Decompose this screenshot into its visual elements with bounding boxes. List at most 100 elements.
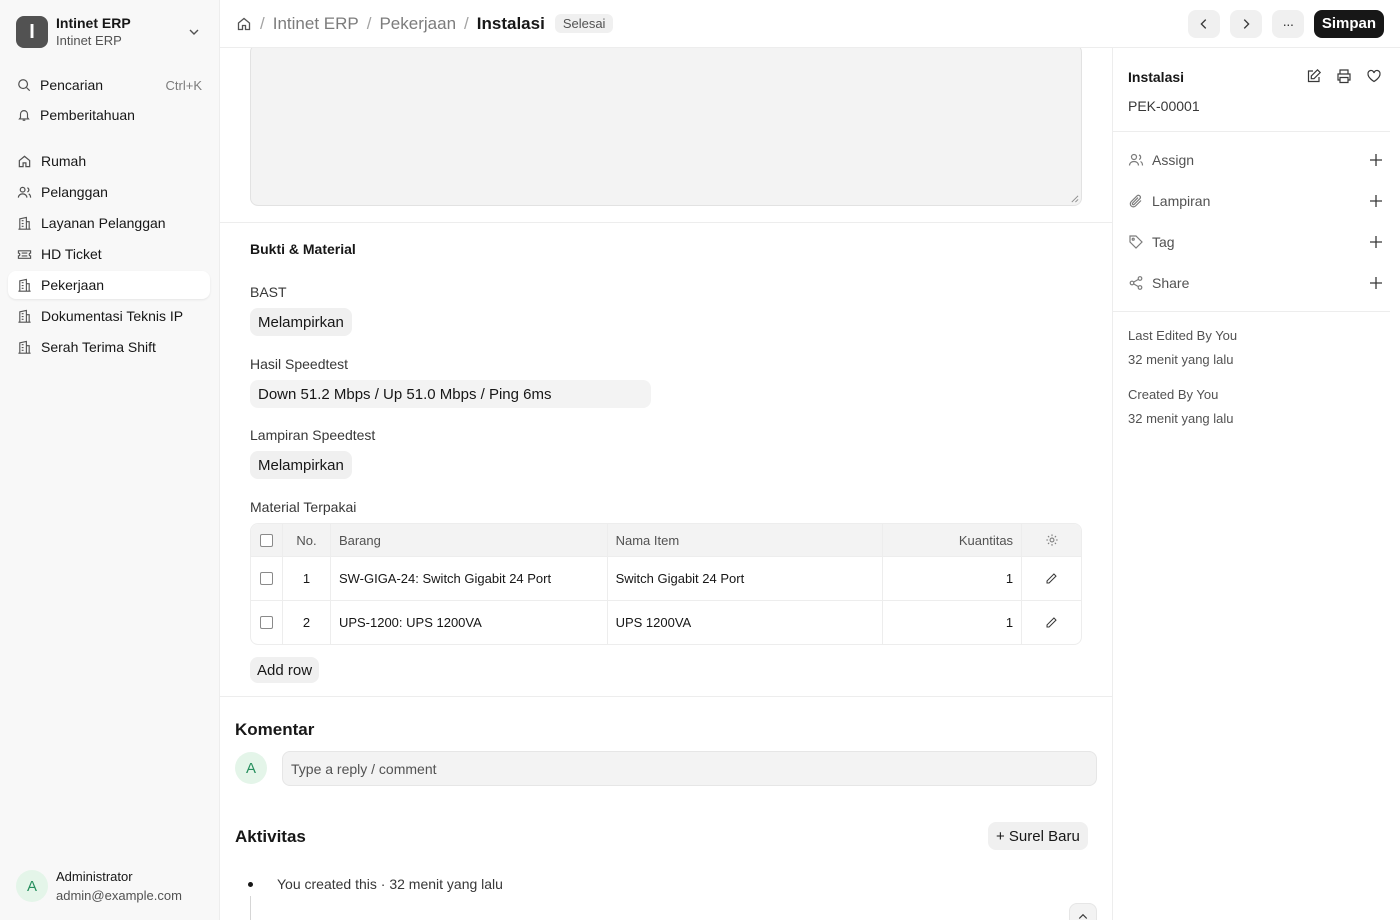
user-menu[interactable]: A Administrator admin@example.com bbox=[8, 864, 210, 908]
section-divider bbox=[1113, 311, 1390, 312]
speedtest-attach-label: Lampiran Speedtest bbox=[250, 427, 376, 443]
avatar: A bbox=[235, 752, 267, 784]
edit-row-button[interactable] bbox=[1021, 601, 1081, 644]
breadcrumb-separator: / bbox=[464, 13, 469, 33]
sidebar-item-pekerjaan[interactable]: Pekerjaan bbox=[8, 271, 210, 299]
breadcrumb-item[interactable]: Intinet ERP bbox=[273, 14, 359, 34]
share-icon bbox=[1129, 276, 1143, 290]
bast-attach-button[interactable]: Melampirkan bbox=[250, 308, 352, 336]
column-header: No. bbox=[281, 524, 330, 556]
breadcrumb-separator: / bbox=[366, 13, 372, 33]
material-table: No. Barang Nama Item Kuantitas 1 SW-GIGA… bbox=[250, 523, 1082, 645]
nama-item-cell[interactable]: UPS 1200VA bbox=[606, 601, 883, 644]
comment-input[interactable]: Type a reply / comment bbox=[282, 751, 1097, 786]
avatar: A bbox=[16, 870, 48, 902]
pencil-icon bbox=[1046, 573, 1057, 584]
sidebar-item-label: Serah Terima Shift bbox=[41, 339, 156, 355]
more-actions-button[interactable]: ··· bbox=[1271, 9, 1304, 38]
row-checkbox[interactable] bbox=[259, 616, 273, 629]
form-main: Bukti & Material BAST Melampirkan Hasil … bbox=[220, 48, 1113, 920]
sidebar-item-layanan-pelanggan[interactable]: Layanan Pelanggan bbox=[8, 209, 210, 237]
quantity-cell[interactable]: 1 bbox=[882, 601, 1021, 644]
row-checkbox[interactable] bbox=[259, 572, 273, 585]
page-title: Instalasi bbox=[476, 13, 545, 33]
add-row-button[interactable]: Add row bbox=[250, 657, 320, 683]
sidebar-right: Instalasi PEK-00001 Assign Lampiran Tag … bbox=[1113, 48, 1390, 920]
more-icon: ··· bbox=[1282, 15, 1294, 32]
section-divider bbox=[1113, 131, 1390, 132]
speedtest-label: Hasil Speedtest bbox=[250, 356, 349, 372]
building-icon bbox=[16, 277, 32, 293]
doc-id: PEK-00001 bbox=[1128, 98, 1200, 114]
heart-icon[interactable] bbox=[1366, 68, 1382, 84]
sidebar: I Intinet ERP Intinet ERP Pencarian Ctrl… bbox=[0, 0, 220, 920]
edit-icon[interactable] bbox=[1306, 68, 1322, 84]
workspace-switcher[interactable]: I Intinet ERP Intinet ERP bbox=[8, 8, 210, 56]
breadcrumb-item[interactable]: Pekerjaan bbox=[379, 14, 456, 34]
notifications-button[interactable]: Pemberitahuan bbox=[8, 101, 210, 129]
sidebar-item-dokumentasi-teknis-ip[interactable]: Dokumentasi Teknis IP bbox=[8, 302, 210, 330]
bell-icon bbox=[16, 107, 32, 123]
speedtest-attach-button[interactable]: Melampirkan bbox=[250, 451, 352, 479]
last-edited-label: Last Edited By You bbox=[1128, 328, 1238, 343]
user-name: Administrator bbox=[56, 869, 133, 884]
search-button[interactable]: Pencarian Ctrl+K bbox=[8, 71, 210, 99]
timeline-dot bbox=[248, 882, 253, 887]
plus-icon[interactable] bbox=[1368, 234, 1384, 250]
save-button[interactable]: Simpan bbox=[1313, 9, 1384, 38]
sidebar-item-pelanggan[interactable]: Pelanggan bbox=[8, 178, 210, 206]
previous-button[interactable] bbox=[1187, 9, 1220, 38]
last-edited-time: 32 menit yang lalu bbox=[1128, 352, 1234, 367]
sidebar-item-serah-terima-shift[interactable]: Serah Terima Shift bbox=[8, 333, 210, 361]
speedtest-field[interactable]: Down 51.2 Mbps / Up 51.0 Mbps / Ping 6ms bbox=[250, 380, 651, 408]
edit-row-button[interactable] bbox=[1021, 557, 1081, 600]
activity-entry: You created this · 32 menit yang lalu bbox=[277, 876, 503, 892]
assign-row[interactable]: Assign bbox=[1128, 148, 1384, 172]
quantity-cell[interactable]: 1 bbox=[882, 557, 1021, 600]
tag-label: Tag bbox=[1152, 234, 1175, 250]
bast-label: BAST bbox=[250, 284, 287, 300]
chevron-right-icon bbox=[1243, 18, 1250, 29]
sidebar-item-label: Pelanggan bbox=[41, 184, 108, 200]
sidebar-item-rumah[interactable]: Rumah bbox=[8, 147, 210, 175]
assign-label: Assign bbox=[1152, 152, 1195, 168]
building-icon bbox=[16, 339, 32, 355]
ticket-icon bbox=[16, 246, 32, 262]
select-all-checkbox[interactable] bbox=[259, 533, 273, 547]
barang-cell[interactable]: UPS-1200: UPS 1200VA bbox=[329, 601, 607, 644]
tag-row[interactable]: Tag bbox=[1128, 230, 1384, 254]
notifications-label: Pemberitahuan bbox=[40, 107, 135, 123]
table-row[interactable]: 1 SW-GIGA-24: Switch Gigabit 24 Port Swi… bbox=[251, 556, 1081, 600]
new-email-button[interactable]: + Surel Baru bbox=[988, 822, 1088, 850]
home-icon[interactable] bbox=[236, 16, 252, 32]
plus-icon[interactable] bbox=[1368, 193, 1384, 209]
gear-icon bbox=[1045, 534, 1058, 546]
timeline-line bbox=[250, 896, 251, 920]
barang-cell[interactable]: SW-GIGA-24: Switch Gigabit 24 Port bbox=[329, 557, 607, 600]
attachments-row[interactable]: Lampiran bbox=[1128, 189, 1384, 213]
row-number: 1 bbox=[281, 557, 330, 600]
sidebar-item-label: Layanan Pelanggan bbox=[41, 215, 166, 231]
sidebar-item-hd-ticket[interactable]: HD Ticket bbox=[8, 240, 210, 268]
nama-item-cell[interactable]: Switch Gigabit 24 Port bbox=[606, 557, 883, 600]
column-settings-button[interactable] bbox=[1021, 524, 1081, 556]
text-area[interactable] bbox=[250, 48, 1082, 206]
user-assign-icon bbox=[1128, 153, 1144, 166]
column-header: Barang bbox=[329, 524, 607, 556]
table-row[interactable]: 2 UPS-1200: UPS 1200VA UPS 1200VA 1 bbox=[251, 600, 1081, 644]
chevron-down-icon bbox=[189, 29, 199, 35]
collapse-button[interactable] bbox=[1069, 903, 1097, 920]
plus-icon[interactable] bbox=[1368, 275, 1384, 291]
column-header: Nama Item bbox=[606, 524, 883, 556]
sidebar-item-label: Pekerjaan bbox=[41, 277, 105, 293]
breadcrumb-separator: / bbox=[260, 13, 265, 33]
print-icon[interactable] bbox=[1336, 68, 1352, 84]
page-header: / Intinet ERP / Pekerjaan / Instalasi Se… bbox=[220, 0, 1400, 48]
breadcrumb: / Intinet ERP / Pekerjaan / Instalasi Se… bbox=[236, 14, 1178, 34]
next-button[interactable] bbox=[1229, 9, 1262, 38]
resize-handle-icon[interactable] bbox=[1070, 194, 1079, 203]
plus-icon[interactable] bbox=[1368, 152, 1384, 168]
attachments-label: Lampiran bbox=[1152, 193, 1211, 209]
building-icon bbox=[16, 215, 32, 231]
share-row[interactable]: Share bbox=[1128, 271, 1384, 295]
